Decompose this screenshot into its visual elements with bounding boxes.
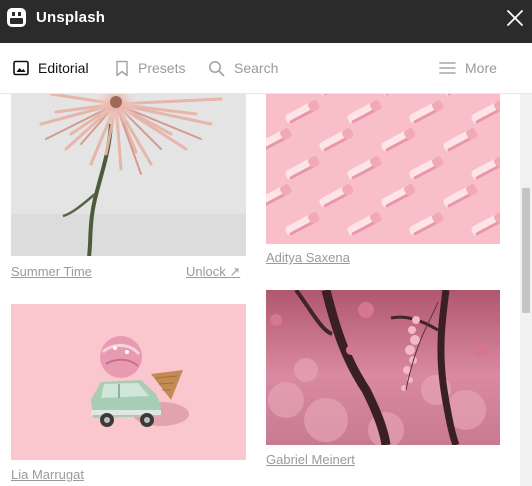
tab-editorial[interactable]: Editorial [13, 43, 89, 93]
toolbar: Editorial Presets Search More [0, 43, 532, 94]
cherry-blossom-photo [266, 290, 500, 445]
photo-caption-summer-time[interactable]: Summer Time [11, 264, 92, 279]
photo-caption-gabriel-meinert[interactable]: Gabriel Meinert [266, 452, 355, 467]
unsplash-logo-icon [7, 8, 26, 27]
photo-grid: Summer Time Unlock ↗ Aditya Saxena Lia M… [0, 94, 520, 486]
title-bar: Unsplash [0, 0, 532, 43]
tab-editorial-label: Editorial [38, 60, 89, 76]
tab-search-label: Search [234, 60, 279, 76]
bookmark-icon [116, 60, 128, 76]
tab-presets[interactable]: Presets [115, 43, 185, 93]
more-label: More [465, 60, 497, 76]
photo-card-flower[interactable] [11, 94, 246, 256]
photo-card-toy-car[interactable] [11, 304, 246, 460]
close-icon [507, 10, 523, 26]
window-title: Unsplash [36, 9, 106, 26]
photo-card-tubes[interactable] [266, 94, 500, 244]
scrollbar-thumb[interactable] [522, 188, 530, 313]
photo-caption-lia-marrugat[interactable]: Lia Marrugat [11, 467, 84, 482]
unlock-link[interactable]: Unlock ↗ [186, 264, 240, 280]
tubes-photo [266, 94, 500, 244]
photo-card-cherry-blossom[interactable] [266, 290, 500, 445]
more-menu-button[interactable]: More [439, 43, 497, 93]
tab-search[interactable]: Search [208, 43, 278, 93]
search-icon [209, 60, 225, 76]
photo-caption-aditya-saxena[interactable]: Aditya Saxena [266, 250, 350, 265]
hamburger-menu-icon [439, 62, 456, 74]
image-icon [13, 60, 29, 76]
tab-presets-label: Presets [138, 60, 186, 76]
flower-photo [11, 94, 246, 256]
close-button[interactable] [505, 8, 525, 28]
toy-car-photo [11, 304, 246, 460]
